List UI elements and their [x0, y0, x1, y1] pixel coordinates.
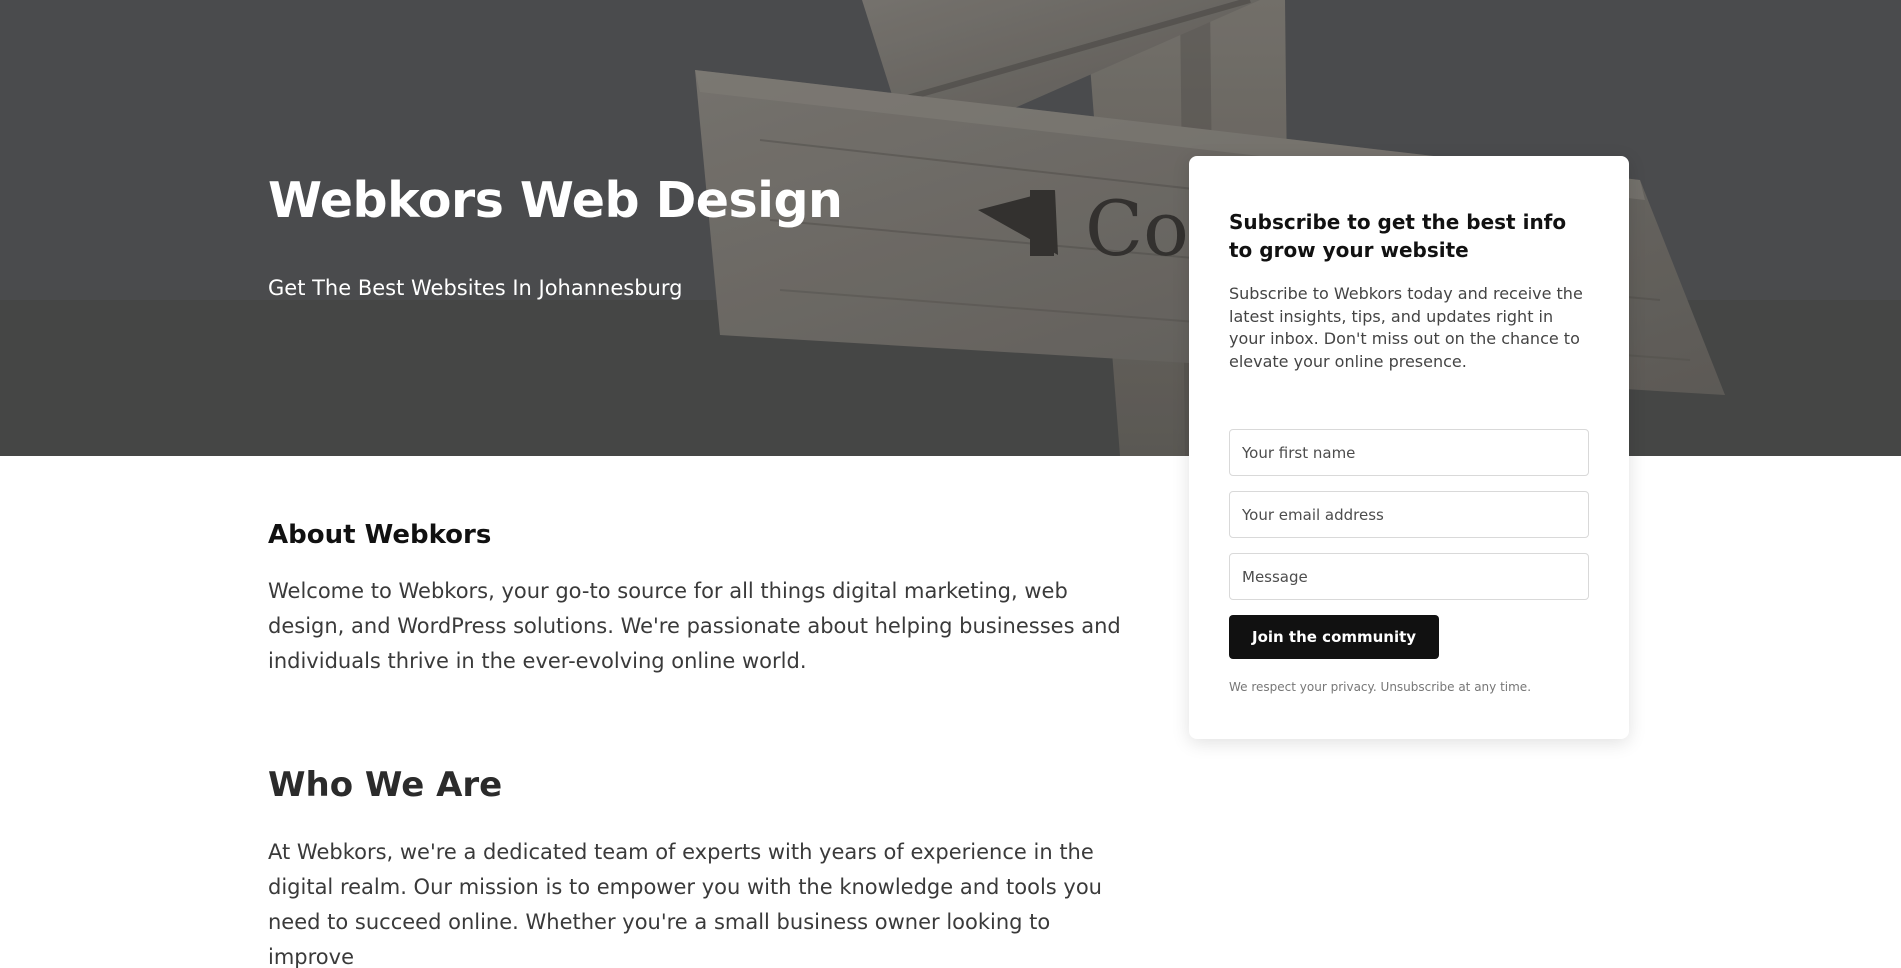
join-community-button[interactable]: Join the community	[1229, 615, 1440, 659]
who-we-are-text: At Webkors, we're a dedicated team of ex…	[268, 840, 1102, 968]
main-content: About Webkors Welcome to Webkors, your g…	[268, 520, 1128, 968]
hero-subtitle: Get The Best Websites In Johannesburg	[268, 276, 683, 300]
first-name-input[interactable]	[1229, 429, 1589, 476]
who-we-are-heading: Who We Are	[268, 765, 503, 805]
subscribe-card: Subscribe to get the best info to grow y…	[1189, 156, 1629, 739]
privacy-note: We respect your privacy. Unsubscribe at …	[1229, 680, 1532, 694]
hero-title: Webkors Web Design	[268, 172, 843, 229]
about-heading: About Webkors	[268, 520, 492, 550]
subscribe-form: Join the community	[1229, 429, 1589, 659]
about-text: Welcome to Webkors, your go-to source fo…	[268, 579, 1121, 673]
message-input[interactable]	[1229, 553, 1589, 600]
email-input[interactable]	[1229, 491, 1589, 538]
subscribe-description: Subscribe to Webkors today and receive t…	[1229, 284, 1583, 371]
page: Co Webkors Web Design Get The Best Websi…	[0, 0, 1901, 968]
subscribe-title: Subscribe to get the best info to grow y…	[1229, 210, 1567, 262]
